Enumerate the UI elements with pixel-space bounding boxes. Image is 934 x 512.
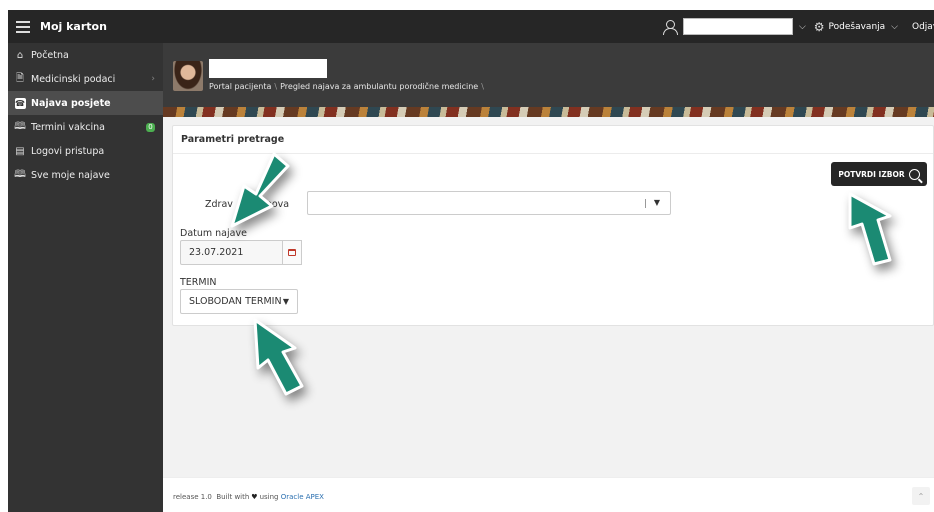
search-icon (908, 168, 920, 180)
book-icon: 🕮 (14, 168, 26, 180)
sidebar-item-termini-vakcina[interactable]: 🕮 Termini vakcina 0 (8, 115, 163, 139)
scroll-to-top-button[interactable]: ⌃ (912, 487, 930, 505)
gear-icon: ⚙ (813, 19, 825, 34)
logout-link[interactable]: Odjava (912, 22, 934, 32)
document-icon: 🗎 (15, 72, 25, 84)
sidebar-item-pocetna[interactable]: ⌂ Početna (8, 43, 163, 67)
termin-label: TERMIN (180, 277, 217, 288)
oracle-apex-link[interactable]: Oracle APEX (281, 493, 324, 501)
breadcrumb-current: Pregled najava za ambulantu porodične me… (280, 82, 479, 91)
archive-icon: ▤ (15, 145, 25, 157)
phone-icon: ☎ (14, 97, 26, 109)
calendar-button[interactable] (283, 240, 302, 265)
sidebar-item-label: Termini vakcina (31, 121, 105, 133)
annotation-arrow-confirm (848, 192, 892, 266)
user-icon (662, 19, 678, 35)
footer-text: release 1.0 Built with ♥ using Oracle APEX (173, 493, 324, 501)
chevron-right-icon[interactable]: › (151, 74, 155, 84)
confirm-button-label: POTVRDI IZBOR (838, 169, 905, 179)
sidebar-item-logovi-pristupa[interactable]: ▤ Logovi pristupa (8, 139, 163, 163)
date-input[interactable]: 23.07.2021 (180, 240, 283, 265)
chevron-down-icon[interactable]: ⌵ (799, 22, 806, 32)
sidebar-nav: ⌂ Početna 🗎 Medicinski podaci › ☎ Najava… (8, 43, 163, 512)
using-label: using (259, 493, 279, 501)
breadcrumb: Portal pacijenta \ Pregled najava za ambul… (209, 82, 484, 91)
annotation-arrow-termin (253, 318, 304, 396)
sidebar-item-label: Logovi pristupa (31, 145, 105, 157)
breadcrumb-portal[interactable]: Portal pacijenta (209, 82, 271, 91)
caret-down-icon: ▼ (282, 297, 289, 306)
sidebar-item-label: Sve moje najave (31, 169, 110, 181)
book-icon: 🕮 (14, 120, 26, 132)
built-with-label: Built with (216, 493, 250, 501)
count-badge: 0 (146, 122, 155, 132)
sidebar-item-sve-moje-najave[interactable]: 🕮 Sve moje najave (8, 163, 163, 187)
sidebar-item-medicinski-podaci[interactable]: 🗎 Medicinski podaci › (8, 67, 163, 91)
select-divider (645, 199, 646, 208)
calendar-icon (288, 249, 296, 256)
sidebar-item-label: Najava posjete (31, 97, 111, 109)
footer: release 1.0 Built with ♥ using Oracle APEX… (163, 477, 934, 512)
top-bar: Moj karton ⌵ ⚙ Podešavanja ⌵ Odjava (8, 10, 934, 43)
app-title[interactable]: Moj karton (40, 20, 107, 33)
health-facility-select[interactable]: ▼ (307, 191, 671, 215)
caret-down-icon: ▼ (653, 198, 660, 207)
sidebar-item-label: Početna (31, 49, 69, 61)
confirm-selection-button[interactable]: POTVRDI IZBOR (831, 162, 927, 186)
decorative-pattern (163, 107, 934, 117)
hamburger-icon[interactable] (16, 20, 30, 33)
termin-select[interactable]: SLOBODAN TERMIN ▼ (180, 289, 298, 314)
settings-chevron-down-icon[interactable]: ⌵ (891, 22, 898, 32)
avatar (173, 61, 203, 91)
termin-select-value: SLOBODAN TERMIN (189, 296, 282, 307)
settings-menu-label[interactable]: Podešavanja (829, 22, 886, 32)
patient-name-box (209, 59, 327, 78)
release-label: release 1.0 (173, 493, 212, 501)
home-icon: ⌂ (16, 49, 24, 61)
user-name-field[interactable] (682, 18, 793, 35)
heart-icon: ♥ (251, 493, 258, 501)
annotation-arrow-zdrav (230, 152, 290, 228)
hero-banner: Portal pacijenta \ Pregled najava za ambul… (163, 43, 934, 117)
sidebar-item-najava-posjete[interactable]: ☎ Najava posjete (8, 91, 163, 115)
sidebar-item-label: Medicinski podaci (31, 73, 116, 85)
